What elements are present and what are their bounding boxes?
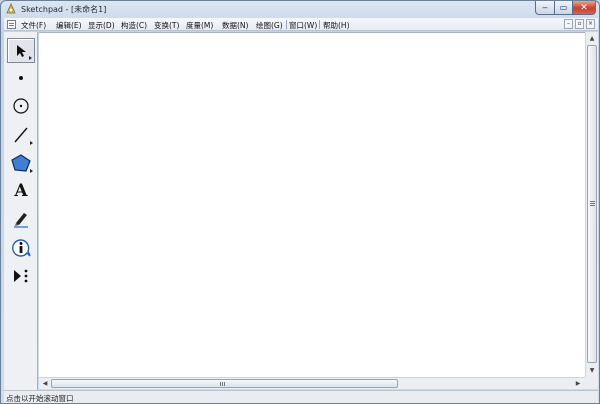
document-close-button[interactable]: × (586, 19, 595, 29)
title-bar[interactable]: Sketchpad - [未命名1] ‒ ▭ ✕ (1, 1, 599, 17)
grip-icon (590, 201, 595, 206)
marker-pen-icon (14, 212, 28, 228)
scroll-up-arrow-icon[interactable]: ▲ (586, 32, 598, 44)
submenu-indicator-icon (30, 141, 33, 145)
close-button[interactable]: ✕ (572, 1, 596, 15)
compass-circle-icon (13, 97, 29, 114)
vertical-scrollbar[interactable]: ▲ ▼ (585, 32, 598, 377)
minimize-icon: ‒ (542, 2, 548, 13)
vertical-scroll-thumb[interactable] (587, 45, 597, 363)
menu-edit[interactable]: 编辑(E) (54, 19, 84, 32)
menu-transform[interactable]: 变换(T) (152, 19, 181, 32)
window-title: Sketchpad - [未命名1] (21, 5, 107, 14)
minimize-button[interactable]: ‒ (535, 1, 555, 15)
restore-icon: ▫ (577, 20, 582, 27)
scroll-left-arrow-icon[interactable]: ◀ (39, 378, 51, 389)
menu-construct[interactable]: 构造(C) (119, 19, 149, 32)
point-tool[interactable] (7, 65, 35, 90)
information-tool[interactable] (7, 235, 35, 260)
maximize-button[interactable]: ▭ (554, 1, 573, 15)
menu-number[interactable]: 数据(N) (220, 19, 250, 32)
menu-file[interactable]: 文件(F) (19, 19, 48, 32)
application-window: Sketchpad - [未命名1] ‒ ▭ ✕ 文件(F) 编辑(E) 显示(… (0, 0, 600, 404)
menu-window[interactable]: 窗口(W) (287, 19, 319, 32)
status-bar: 点击以开始滚动窗口 (4, 390, 598, 403)
text-tool[interactable]: A (7, 178, 35, 203)
straightedge-tool[interactable] (7, 122, 35, 147)
sketchpad-app-icon (6, 3, 16, 14)
status-text: 点击以开始滚动窗口 (6, 394, 74, 403)
straightedge-line-icon (14, 127, 28, 142)
horizontal-scrollbar[interactable]: ◀ ▶ (39, 377, 585, 389)
document-minimize-button[interactable]: – (564, 19, 573, 29)
custom-tool-icon (14, 269, 28, 282)
scroll-down-arrow-icon[interactable]: ▼ (586, 364, 598, 376)
document-icon[interactable] (7, 20, 16, 29)
information-icon (12, 238, 31, 257)
minimize-icon: – (567, 20, 570, 27)
menu-help[interactable]: 帮助(H) (321, 19, 352, 32)
scroll-right-arrow-icon[interactable]: ▶ (572, 378, 584, 389)
horizontal-scroll-thumb[interactable] (51, 379, 398, 388)
submenu-indicator-icon (29, 56, 32, 60)
menu-display[interactable]: 显示(D) (86, 19, 117, 32)
toolbox: A (4, 32, 38, 390)
submenu-indicator-icon (30, 169, 33, 173)
marker-tool[interactable] (7, 206, 35, 231)
document-restore-button[interactable]: ▫ (575, 19, 584, 29)
grip-icon (220, 382, 225, 386)
maximize-icon: ▭ (559, 3, 568, 12)
text-icon: A (14, 180, 28, 201)
point-icon (19, 75, 23, 80)
compass-tool[interactable] (7, 93, 35, 118)
polygon-icon (11, 153, 31, 172)
close-icon: × (587, 20, 594, 27)
menu-graph[interactable]: 绘图(G) (254, 19, 285, 32)
scrollbar-corner (585, 377, 598, 389)
menu-separator (319, 20, 320, 29)
arrow-tool[interactable] (7, 38, 35, 63)
menu-measure[interactable]: 度量(M) (184, 19, 215, 32)
menu-bar: 文件(F) 编辑(E) 显示(D) 构造(C) 变换(T) 度量(M) 数据(N… (4, 18, 598, 31)
arrow-select-icon (17, 44, 26, 57)
custom-tool[interactable] (7, 263, 35, 288)
sketch-canvas[interactable] (39, 32, 585, 377)
close-icon: ✕ (580, 2, 588, 13)
polygon-tool[interactable] (7, 150, 35, 175)
